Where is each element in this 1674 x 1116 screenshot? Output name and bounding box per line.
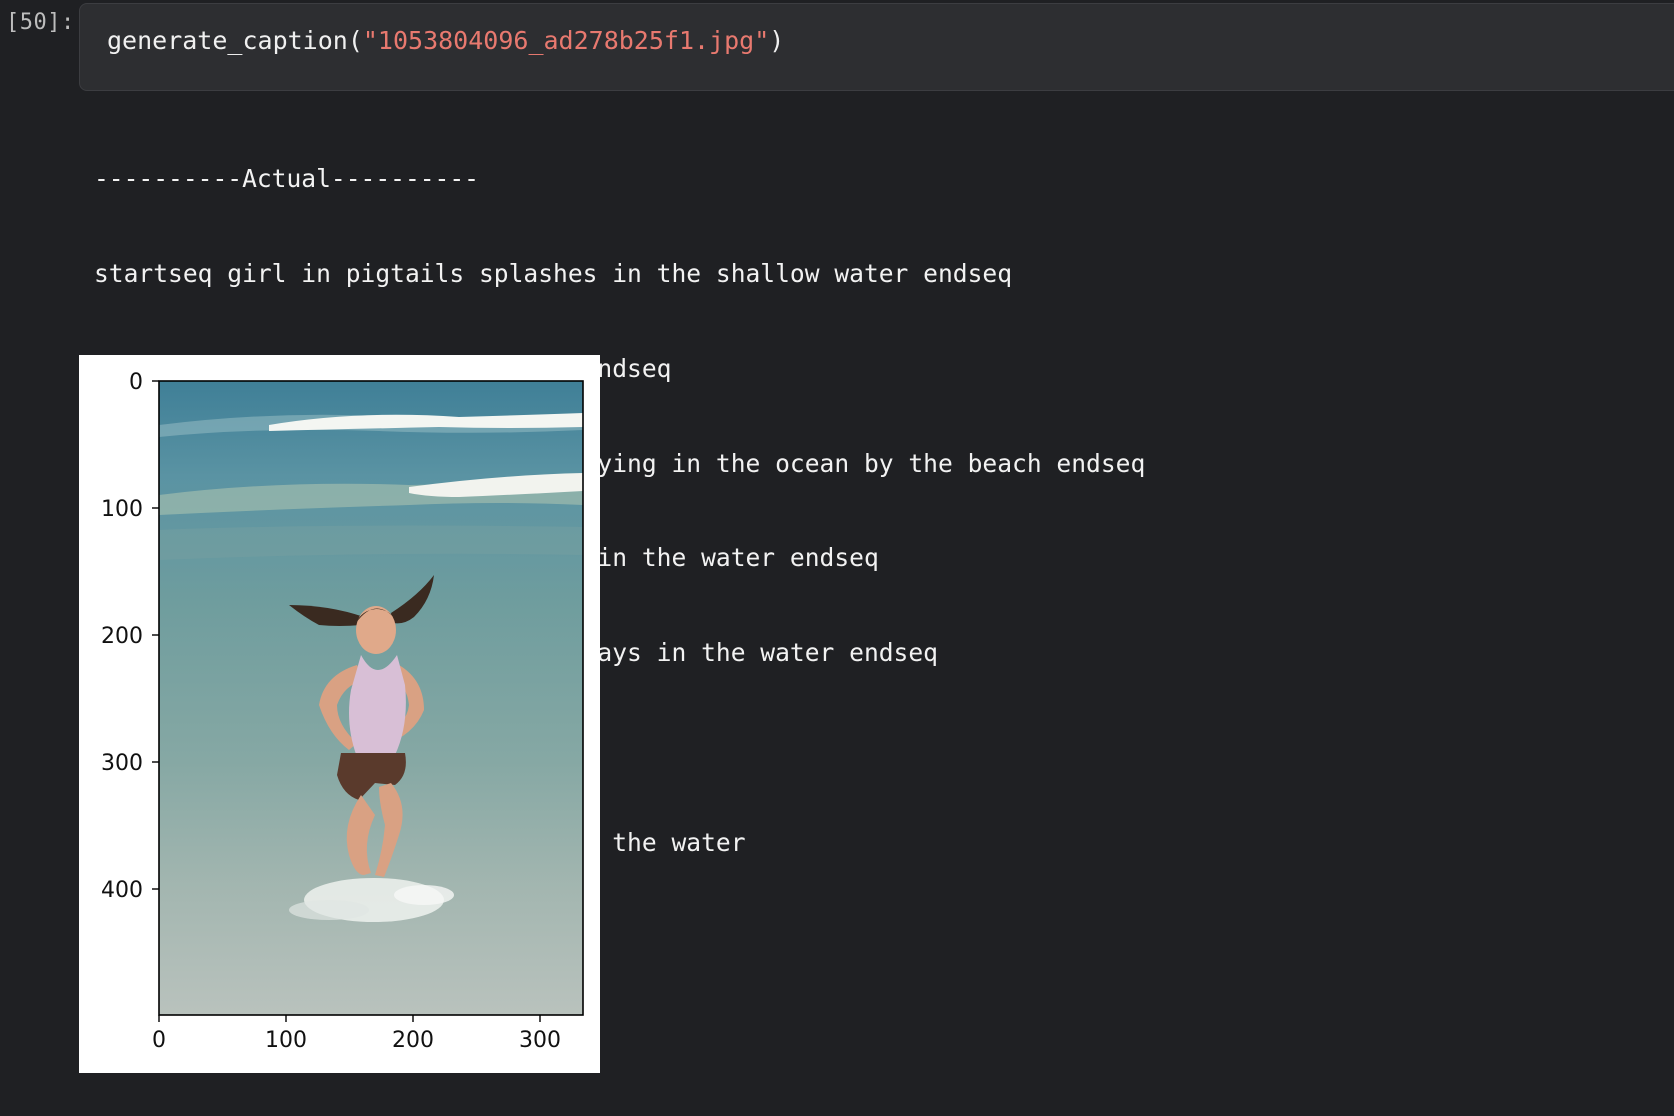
x-tick-label-100: 100 [265, 1028, 307, 1053]
code-string-argument: "1053804096_ad278b25f1.jpg" [362, 26, 770, 55]
y-tick-label-100: 100 [101, 497, 143, 522]
code-line: generate_caption("1053804096_ad278b25f1.… [107, 26, 784, 55]
code-function-call: generate_caption( [107, 26, 363, 55]
actual-header: ----------Actual---------- [94, 164, 479, 194]
x-axis: 0 100 200 300 [152, 1015, 561, 1053]
x-tick-label-0: 0 [152, 1028, 166, 1053]
x-tick-label-200: 200 [392, 1028, 434, 1053]
actual-caption-1: startseq girl in pigtails splashes in th… [94, 258, 1013, 288]
photo-girl-in-pigtails-splashing-in-water [159, 381, 583, 1015]
matplotlib-figure: 0 100 200 300 400 0 100 200 300 [79, 355, 600, 1073]
cell-execution-count: [50]: [6, 10, 75, 35]
y-tick-label-400: 400 [101, 878, 143, 903]
y-tick-label-200: 200 [101, 624, 143, 649]
y-tick-label-300: 300 [101, 751, 143, 776]
code-close-paren: ) [769, 26, 785, 55]
y-axis: 0 100 200 300 400 [101, 370, 159, 903]
x-tick-label-300: 300 [519, 1028, 561, 1053]
y-tick-label-0: 0 [129, 370, 143, 395]
code-cell-input[interactable]: generate_caption("1053804096_ad278b25f1.… [79, 3, 1674, 91]
figure-svg: 0 100 200 300 400 0 100 200 300 [101, 370, 584, 1053]
